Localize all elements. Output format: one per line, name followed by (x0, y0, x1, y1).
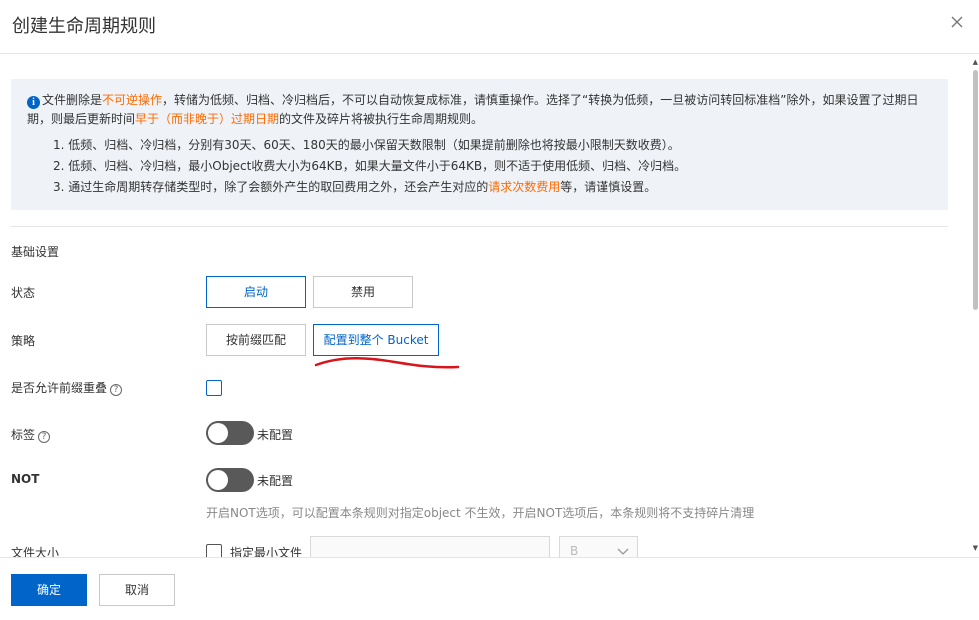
notice-item: 3. 通过生命周期转存储类型时，除了会额外产生的取回费用之外，还会产生对应的请求… (53, 180, 657, 194)
not-label: NOT (11, 472, 40, 486)
toggle-knob (208, 423, 228, 443)
policy-bucket-button[interactable]: 配置到整个 Bucket (313, 324, 439, 356)
min-size-checkbox[interactable] (206, 544, 222, 557)
close-icon[interactable] (949, 14, 965, 30)
tag-label: 标签? (11, 426, 51, 443)
status-label: 状态 (11, 286, 36, 300)
size-label: 文件大小 (11, 546, 60, 557)
info-icon: i (27, 96, 40, 109)
dialog-title: 创建生命周期规则 (12, 16, 156, 37)
scroll-thumb[interactable] (973, 70, 978, 310)
dialog-header: 创建生命周期规则 (0, 0, 979, 54)
unit-select[interactable]: B (559, 536, 638, 557)
notice-paragraph: i 文件删除是不可逆操作，转储为低频、归档、冷归档后，不可以自动恢复成标准，请慎重… (27, 93, 919, 126)
notice-item: 2. 低频、归档、冷归档，最小Object收费大小为64KB，如果大量文件小于6… (53, 159, 687, 173)
scroll-down-icon[interactable]: ▼ (973, 544, 978, 552)
policy-label: 策略 (11, 334, 36, 348)
policy-prefix-button[interactable]: 按前缀匹配 (206, 324, 306, 356)
dialog-body[interactable]: i 文件删除是不可逆操作，转储为低频、归档、冷归档后，不可以自动恢复成标准，请慎重… (0, 55, 979, 557)
min-size-label: 指定最小文件 (230, 546, 303, 557)
overlap-label: 是否允许前缀重叠? (11, 379, 123, 396)
status-enable-button[interactable]: 启动 (206, 276, 306, 308)
status-disable-button[interactable]: 禁用 (313, 276, 413, 308)
dialog-footer: 确定 取消 (0, 557, 979, 620)
tag-state: 未配置 (257, 428, 294, 442)
confirm-button[interactable]: 确定 (11, 574, 87, 606)
min-size-input[interactable] (310, 536, 550, 557)
divider (11, 226, 948, 227)
help-icon[interactable]: ? (110, 384, 123, 396)
not-state: 未配置 (257, 474, 294, 488)
section-title: 基础设置 (11, 245, 60, 259)
not-toggle[interactable] (206, 468, 254, 492)
chevron-down-icon (617, 548, 629, 555)
warning-notice: i 文件删除是不可逆操作，转储为低频、归档、冷归档后，不可以自动恢复成标准，请慎重… (11, 79, 948, 210)
not-hint: 开启NOT选项，可以配置本条规则对指定object 不生效，开启NOT选项后，本… (206, 506, 755, 520)
tag-toggle[interactable] (206, 421, 254, 445)
cancel-button[interactable]: 取消 (99, 574, 175, 606)
overlap-checkbox[interactable] (206, 380, 222, 396)
toggle-knob (208, 470, 228, 490)
help-icon[interactable]: ? (38, 431, 51, 443)
scroll-up-icon[interactable]: ▲ (973, 58, 978, 66)
notice-item: 1. 低频、归档、冷归档，分别有30天、60天、180天的最小保留天数限制（如果… (53, 138, 680, 152)
notice-list: 1. 低频、归档、冷归档，分别有30天、60天、180天的最小保留天数限制（如果… (27, 135, 932, 198)
request-fee-link[interactable]: 请求次数费用 (488, 180, 560, 194)
